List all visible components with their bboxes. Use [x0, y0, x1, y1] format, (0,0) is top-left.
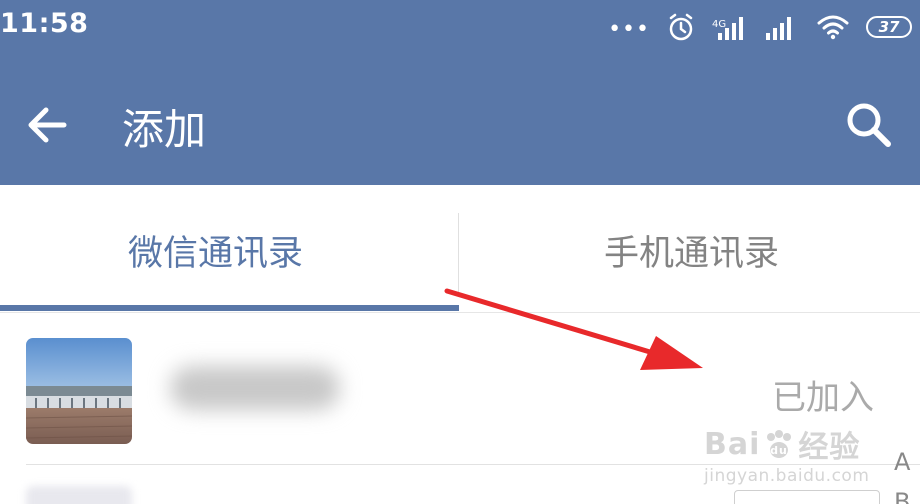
notification-dots-icon: •••	[608, 17, 650, 42]
svg-text:4G: 4G	[712, 19, 726, 30]
add-button[interactable]	[734, 490, 880, 504]
back-arrow-icon[interactable]	[24, 102, 70, 148]
avatar-photo	[26, 338, 132, 444]
wifi-icon	[817, 15, 849, 40]
tab-bar: 微信通讯录 手机通讯录	[0, 185, 920, 313]
signal-icon: 4G	[712, 17, 743, 40]
index-letter-b[interactable]: B	[894, 488, 910, 504]
contact-name-redacted	[170, 366, 340, 410]
tab-phone-contacts[interactable]: 手机通讯录	[604, 225, 779, 276]
watermark-text-left: Bai	[704, 426, 761, 462]
tab-divider	[458, 213, 459, 293]
status-time: 11:58	[0, 8, 89, 39]
watermark-url: jingyan.baidu.com	[704, 466, 870, 486]
signal-icon	[766, 17, 791, 40]
battery-icon: 37	[866, 16, 912, 38]
status-icons: ••• 4G 37	[608, 10, 912, 44]
status-joined-label: 已加入	[772, 378, 874, 418]
active-tab-indicator	[0, 305, 459, 311]
page-title: 添加	[122, 105, 207, 154]
search-icon[interactable]	[844, 100, 894, 150]
watermark-text-right: 经验	[798, 430, 861, 465]
avatar[interactable]	[26, 486, 132, 504]
paw-logo-icon: du	[767, 430, 792, 458]
avatar[interactable]	[26, 338, 132, 444]
tab-wechat-contacts[interactable]: 微信通讯录	[128, 225, 303, 276]
svg-text:du: du	[771, 444, 789, 457]
baidu-watermark: Bai du 经验 jingyan.baidu.com	[704, 422, 884, 487]
tab-bar-border	[0, 312, 920, 313]
alarm-icon	[669, 13, 693, 41]
app-header: 11:58 ••• 4G 37 添加	[0, 0, 920, 185]
index-letter-a[interactable]: A	[894, 448, 910, 476]
